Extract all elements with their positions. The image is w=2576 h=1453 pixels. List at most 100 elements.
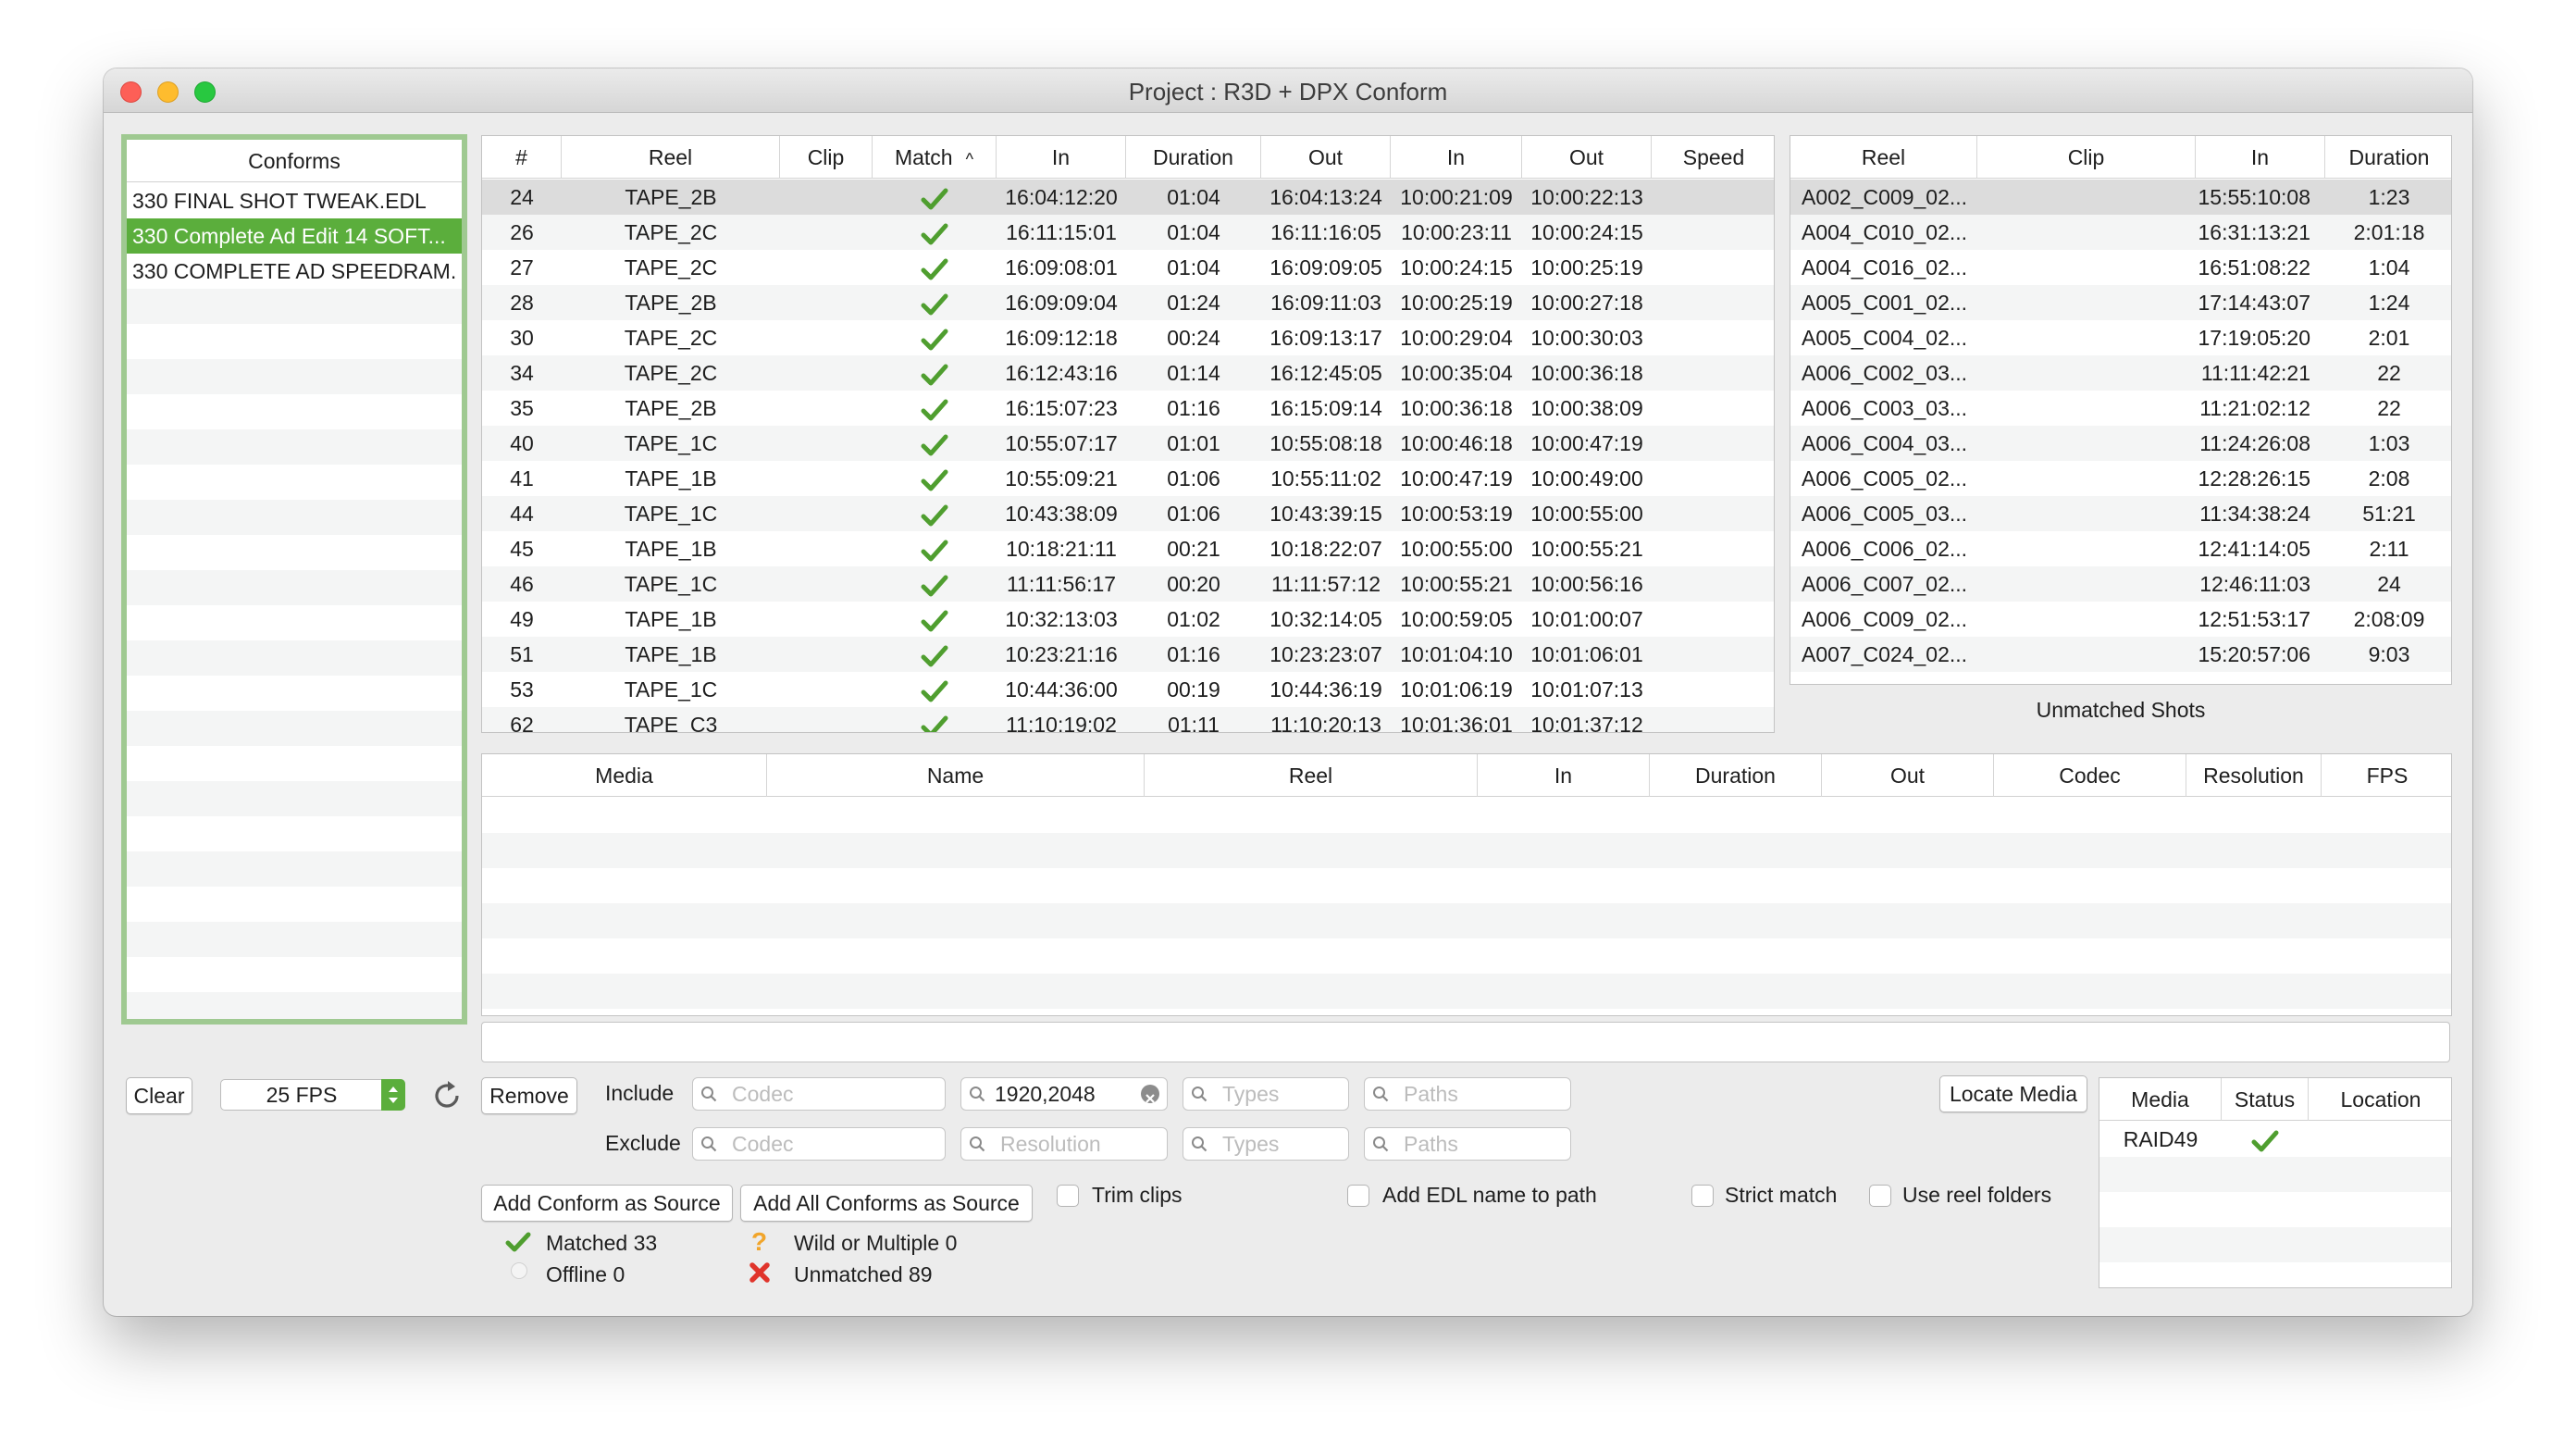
conforms-column-header[interactable]: Conforms xyxy=(127,140,462,182)
conform-list-item[interactable] xyxy=(127,992,462,1019)
strict-match-checkbox[interactable] xyxy=(1691,1185,1714,1207)
include-paths-search[interactable]: Paths xyxy=(1364,1077,1571,1111)
media-row[interactable] xyxy=(482,1009,2451,1015)
conform-list-item[interactable]: 330 COMPLETE AD SPEEDRAM... xyxy=(127,254,462,289)
media-col-1-header[interactable]: Name xyxy=(767,754,1145,797)
media-col-4-header[interactable]: Duration xyxy=(1650,754,1822,797)
location-row[interactable] xyxy=(2099,1262,2451,1287)
events-col-0-header[interactable]: # xyxy=(482,136,562,179)
events-col-7-header[interactable]: In xyxy=(1391,136,1522,179)
events-col-8-header[interactable]: Out xyxy=(1522,136,1652,179)
event-row[interactable]: 24 TAPE_2B 16:04:12:20 01:04 16:04:13:24 10:0… xyxy=(482,180,1774,215)
unmatched-row[interactable]: A006_C007_02... 12:46:11:03 24 xyxy=(1790,566,2451,602)
media-col-5-header[interactable]: Out xyxy=(1822,754,1994,797)
media-col-7-header[interactable]: Resolution xyxy=(2186,754,2322,797)
fps-select[interactable]: 25 FPS xyxy=(220,1079,405,1111)
location-row[interactable] xyxy=(2099,1192,2451,1227)
refresh-icon[interactable] xyxy=(429,1077,466,1114)
event-row[interactable]: 41 TAPE_1B 10:55:09:21 01:06 10:55:11:02 10:0… xyxy=(482,461,1774,496)
conform-list-item[interactable] xyxy=(127,676,462,711)
unmatched-row[interactable] xyxy=(1790,672,2451,684)
unmatched-col-2-header[interactable]: In xyxy=(2196,136,2325,179)
media-row[interactable] xyxy=(482,798,2451,833)
exclude-paths-search[interactable]: Paths xyxy=(1364,1127,1571,1161)
media-row[interactable] xyxy=(482,938,2451,974)
event-row[interactable]: 40 TAPE_1C 10:55:07:17 01:01 10:55:08:18 10:0… xyxy=(482,426,1774,461)
events-col-9-header[interactable]: Speed xyxy=(1652,136,1774,179)
media-location-table[interactable]: Media Status Location RAID49 xyxy=(2099,1077,2452,1288)
event-row[interactable]: 27 TAPE_2C 16:09:08:01 01:04 16:09:09:05 10:0… xyxy=(482,250,1774,285)
include-resolution-search[interactable]: 1920,2048 xyxy=(960,1077,1168,1111)
event-row[interactable]: 45 TAPE_1B 10:18:21:11 00:21 10:18:22:07 10:0… xyxy=(482,531,1774,566)
conform-list-item[interactable] xyxy=(127,535,462,570)
location-col-2-header[interactable]: Location xyxy=(2309,1078,2451,1121)
events-col-5-header[interactable]: Duration xyxy=(1126,136,1261,179)
conform-list-item[interactable] xyxy=(127,957,462,992)
conform-list-item[interactable] xyxy=(127,922,462,957)
conforms-list[interactable]: Conforms 330 FINAL SHOT TWEAK.EDL 330 Com… xyxy=(121,134,467,1025)
events-col-2-header[interactable]: Clip xyxy=(780,136,873,179)
location-row[interactable] xyxy=(2099,1157,2451,1192)
event-row[interactable]: 35 TAPE_2B 16:15:07:23 01:16 16:15:09:14 10:0… xyxy=(482,391,1774,426)
events-col-6-header[interactable]: Out xyxy=(1261,136,1391,179)
remove-button[interactable]: Remove xyxy=(481,1077,577,1114)
conform-list-item[interactable] xyxy=(127,851,462,887)
exclude-resolution-search[interactable]: Resolution xyxy=(960,1127,1168,1161)
media-row[interactable] xyxy=(482,833,2451,868)
conform-list-item[interactable] xyxy=(127,359,462,394)
unmatched-row[interactable]: A006_C005_03... 11:34:38:24 51:21 xyxy=(1790,496,2451,531)
media-row[interactable] xyxy=(482,974,2451,1009)
event-row[interactable]: 28 TAPE_2B 16:09:09:04 01:24 16:09:11:03 10:0… xyxy=(482,285,1774,320)
media-col-0-header[interactable]: Media xyxy=(482,754,767,797)
add-edl-name-checkbox[interactable] xyxy=(1347,1185,1369,1207)
unmatched-row[interactable]: A006_C005_02... 12:28:26:15 2:08 xyxy=(1790,461,2451,496)
location-row[interactable] xyxy=(2099,1227,2451,1262)
add-conform-as-source-button[interactable]: Add Conform as Source xyxy=(481,1185,733,1222)
event-row[interactable]: 30 TAPE_2C 16:09:12:18 00:24 16:09:13:17 10:0… xyxy=(482,320,1774,355)
conform-list-item[interactable] xyxy=(127,781,462,816)
unmatched-col-1-header[interactable]: Clip xyxy=(1977,136,2196,179)
media-col-3-header[interactable]: In xyxy=(1478,754,1650,797)
unmatched-row[interactable]: A006_C004_03... 11:24:26:08 1:03 xyxy=(1790,426,2451,461)
media-row[interactable] xyxy=(482,903,2451,938)
include-types-search[interactable]: Types xyxy=(1183,1077,1349,1111)
events-table[interactable]: # Reel Clip Match ^ In Duration Out In Out Speed 2… xyxy=(481,135,1775,733)
unmatched-row[interactable]: A006_C003_03... 11:21:02:12 22 xyxy=(1790,391,2451,426)
conform-list-item[interactable] xyxy=(127,605,462,640)
add-all-conforms-as-source-button[interactable]: Add All Conforms as Source xyxy=(740,1185,1033,1222)
conform-list-item[interactable] xyxy=(127,429,462,465)
conform-list-item[interactable] xyxy=(127,500,462,535)
event-row[interactable]: 49 TAPE_1B 10:32:13:03 01:02 10:32:14:05 10:0… xyxy=(482,602,1774,637)
include-codec-search[interactable]: Codec xyxy=(692,1077,946,1111)
event-row[interactable]: 34 TAPE_2C 16:12:43:16 01:14 16:12:45:05 10:0… xyxy=(482,355,1774,391)
exclude-codec-search[interactable]: Codec xyxy=(692,1127,946,1161)
event-row[interactable]: 46 TAPE_1C 11:11:56:17 00:20 11:11:57:12 10:0… xyxy=(482,566,1774,602)
location-col-0-header[interactable]: Media xyxy=(2099,1078,2222,1121)
unmatched-row[interactable]: A007_C024_02... 15:20:57:06 9:03 xyxy=(1790,637,2451,672)
conform-list-item[interactable] xyxy=(127,746,462,781)
media-col-8-header[interactable]: FPS xyxy=(2322,754,2451,797)
unmatched-row[interactable]: A004_C010_02... 16:31:13:21 2:01:18 xyxy=(1790,215,2451,250)
event-row[interactable]: 53 TAPE_1C 10:44:36:00 00:19 10:44:36:19 10:0… xyxy=(482,672,1774,707)
unmatched-row[interactable]: A006_C002_03... 11:11:42:21 22 xyxy=(1790,355,2451,391)
media-col-2-header[interactable]: Reel xyxy=(1145,754,1478,797)
event-row[interactable]: 51 TAPE_1B 10:23:21:16 01:16 10:23:23:07 10:0… xyxy=(482,637,1774,672)
unmatched-row[interactable]: A006_C009_02... 12:51:53:17 2:08:09 xyxy=(1790,602,2451,637)
conform-list-item[interactable] xyxy=(127,640,462,676)
exclude-types-search[interactable]: Types xyxy=(1183,1127,1349,1161)
conform-list-item[interactable] xyxy=(127,570,462,605)
location-col-1-header[interactable]: Status xyxy=(2222,1078,2309,1121)
conform-list-item[interactable] xyxy=(127,887,462,922)
media-table[interactable]: Media Name Reel In Duration Out Codec Resolutio… xyxy=(481,753,2452,1016)
unmatched-table[interactable]: Reel Clip In Duration A002_C009_02... 15:55:… xyxy=(1790,135,2452,685)
events-col-3-header[interactable]: Match ^ xyxy=(873,136,997,179)
conform-list-item[interactable] xyxy=(127,289,462,324)
unmatched-row[interactable]: A004_C016_02... 16:51:08:22 1:04 xyxy=(1790,250,2451,285)
conform-list-item[interactable] xyxy=(127,711,462,746)
conform-list-item[interactable] xyxy=(127,816,462,851)
events-col-4-header[interactable]: In xyxy=(997,136,1126,179)
clear-search-icon[interactable] xyxy=(1141,1085,1159,1103)
conform-list-item[interactable] xyxy=(127,324,462,359)
event-row[interactable]: 26 TAPE_2C 16:11:15:01 01:04 16:11:16:05 10:0… xyxy=(482,215,1774,250)
event-row[interactable]: 44 TAPE_1C 10:43:38:09 01:06 10:43:39:15 10:0… xyxy=(482,496,1774,531)
